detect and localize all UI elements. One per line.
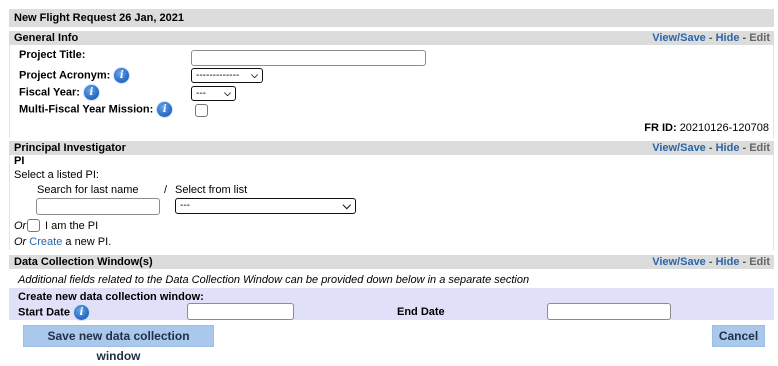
- chevron-down-icon: ⌵: [251, 70, 258, 80]
- general-info-actions: View/Save - Hide - Edit: [652, 31, 770, 45]
- general-hide-link[interactable]: Hide: [716, 32, 740, 44]
- dcw-edit-label: Edit: [749, 256, 770, 268]
- separator: -: [705, 256, 716, 268]
- general-edit-label: Edit: [749, 32, 770, 44]
- separator: -: [739, 256, 750, 268]
- multi-fiscal-label: Multi-Fiscal Year Mission: i: [19, 101, 174, 118]
- create-dcw-label: Create new data collection window:: [18, 291, 204, 303]
- page-title: New Flight Request 26 Jan, 2021: [9, 9, 774, 27]
- chevron-down-icon: ⌵: [224, 88, 231, 98]
- separator: -: [705, 142, 716, 154]
- pi-subheading: PI: [14, 155, 25, 167]
- i-am-pi-checkbox[interactable]: [27, 219, 40, 232]
- fiscal-year-label: Fiscal Year: i: [19, 84, 100, 101]
- fr-id-value: 20210126-120708: [679, 122, 769, 134]
- multi-fiscal-label-text: Multi-Fiscal Year Mission:: [19, 103, 154, 116]
- select-listed-pi-label: Select a listed PI:: [14, 169, 99, 181]
- project-title-label: Project Title:: [19, 49, 86, 61]
- fr-id-label: FR ID:: [644, 122, 677, 134]
- project-title-input[interactable]: [191, 50, 426, 66]
- save-dcw-button[interactable]: Save new data collection window: [23, 325, 214, 363]
- dcw-hide-link[interactable]: Hide: [716, 256, 740, 268]
- dcw-view-save-link[interactable]: View/Save: [652, 256, 706, 268]
- project-acronym-label: Project Acronym: i: [19, 67, 131, 84]
- project-acronym-select[interactable]: ------------- ⌵: [191, 68, 263, 83]
- pi-edit-label: Edit: [749, 142, 770, 154]
- multi-fiscal-checkbox[interactable]: [195, 104, 208, 117]
- start-date-label-text: Start Date: [18, 306, 70, 319]
- fiscal-year-select[interactable]: --- ⌵: [191, 86, 236, 101]
- general-view-save-link[interactable]: View/Save: [652, 32, 706, 44]
- general-info-title: General Info: [14, 32, 79, 44]
- pi-body: PI Select a listed PI: Search for last n…: [9, 155, 774, 250]
- pi-actions: View/Save - Hide - Edit: [652, 141, 770, 155]
- slash-separator: /: [164, 184, 168, 196]
- create-pi-line: Or Create a new PI.: [14, 236, 111, 248]
- pi-select[interactable]: --- ⌵: [175, 198, 356, 214]
- i-am-pi-label: I am the PI: [45, 220, 99, 232]
- end-date-input[interactable]: [547, 303, 671, 320]
- info-icon[interactable]: i: [82, 84, 100, 101]
- dcw-note: Additional fields related to the Data Co…: [18, 274, 530, 286]
- create-pi-link[interactable]: Create: [29, 236, 62, 248]
- or-label: Or: [14, 236, 27, 248]
- fiscal-year-label-text: Fiscal Year:: [19, 86, 80, 99]
- general-info-header: General Info View/Save - Hide - Edit: [9, 31, 774, 45]
- separator: -: [705, 32, 716, 44]
- info-icon[interactable]: i: [113, 67, 131, 84]
- start-date-label: Start Date i: [18, 304, 90, 321]
- select-from-list-label: Select from list: [175, 184, 248, 196]
- pi-view-save-link[interactable]: View/Save: [652, 142, 706, 154]
- pi-search-input[interactable]: [36, 198, 160, 215]
- dcw-actions: View/Save - Hide - Edit: [652, 255, 770, 269]
- separator: -: [739, 32, 750, 44]
- search-last-name-label: Search for last name: [37, 184, 139, 196]
- dcw-section-title: Data Collection Window(s): [14, 256, 153, 268]
- pi-header: Principal Investigator View/Save - Hide …: [9, 141, 774, 155]
- fr-id: FR ID: 20210126-120708: [644, 122, 769, 134]
- fiscal-year-selected: ---: [196, 88, 206, 99]
- pi-section-title: Principal Investigator: [14, 142, 126, 154]
- start-date-input[interactable]: [187, 303, 294, 320]
- end-date-label: End Date: [397, 306, 445, 318]
- info-icon[interactable]: i: [72, 304, 90, 321]
- cancel-button[interactable]: Cancel: [712, 325, 765, 347]
- info-icon[interactable]: i: [156, 101, 174, 118]
- separator: -: [739, 142, 750, 154]
- dcw-header: Data Collection Window(s) View/Save - Hi…: [9, 255, 774, 269]
- project-acronym-selected: -------------: [196, 70, 240, 81]
- dcw-create-form: Create new data collection window: Start…: [9, 288, 774, 321]
- new-flight-request-page: New Flight Request 26 Jan, 2021 General …: [0, 0, 778, 363]
- project-acronym-label-text: Project Acronym:: [19, 69, 111, 82]
- create-pi-rest: a new PI.: [65, 236, 112, 248]
- chevron-down-icon: ⌵: [342, 200, 351, 212]
- pi-hide-link[interactable]: Hide: [716, 142, 740, 154]
- general-info-body: Project Title: Project Acronym: i -------…: [9, 45, 774, 138]
- pi-selected-value: ---: [180, 200, 190, 211]
- or-label: Or: [14, 220, 27, 232]
